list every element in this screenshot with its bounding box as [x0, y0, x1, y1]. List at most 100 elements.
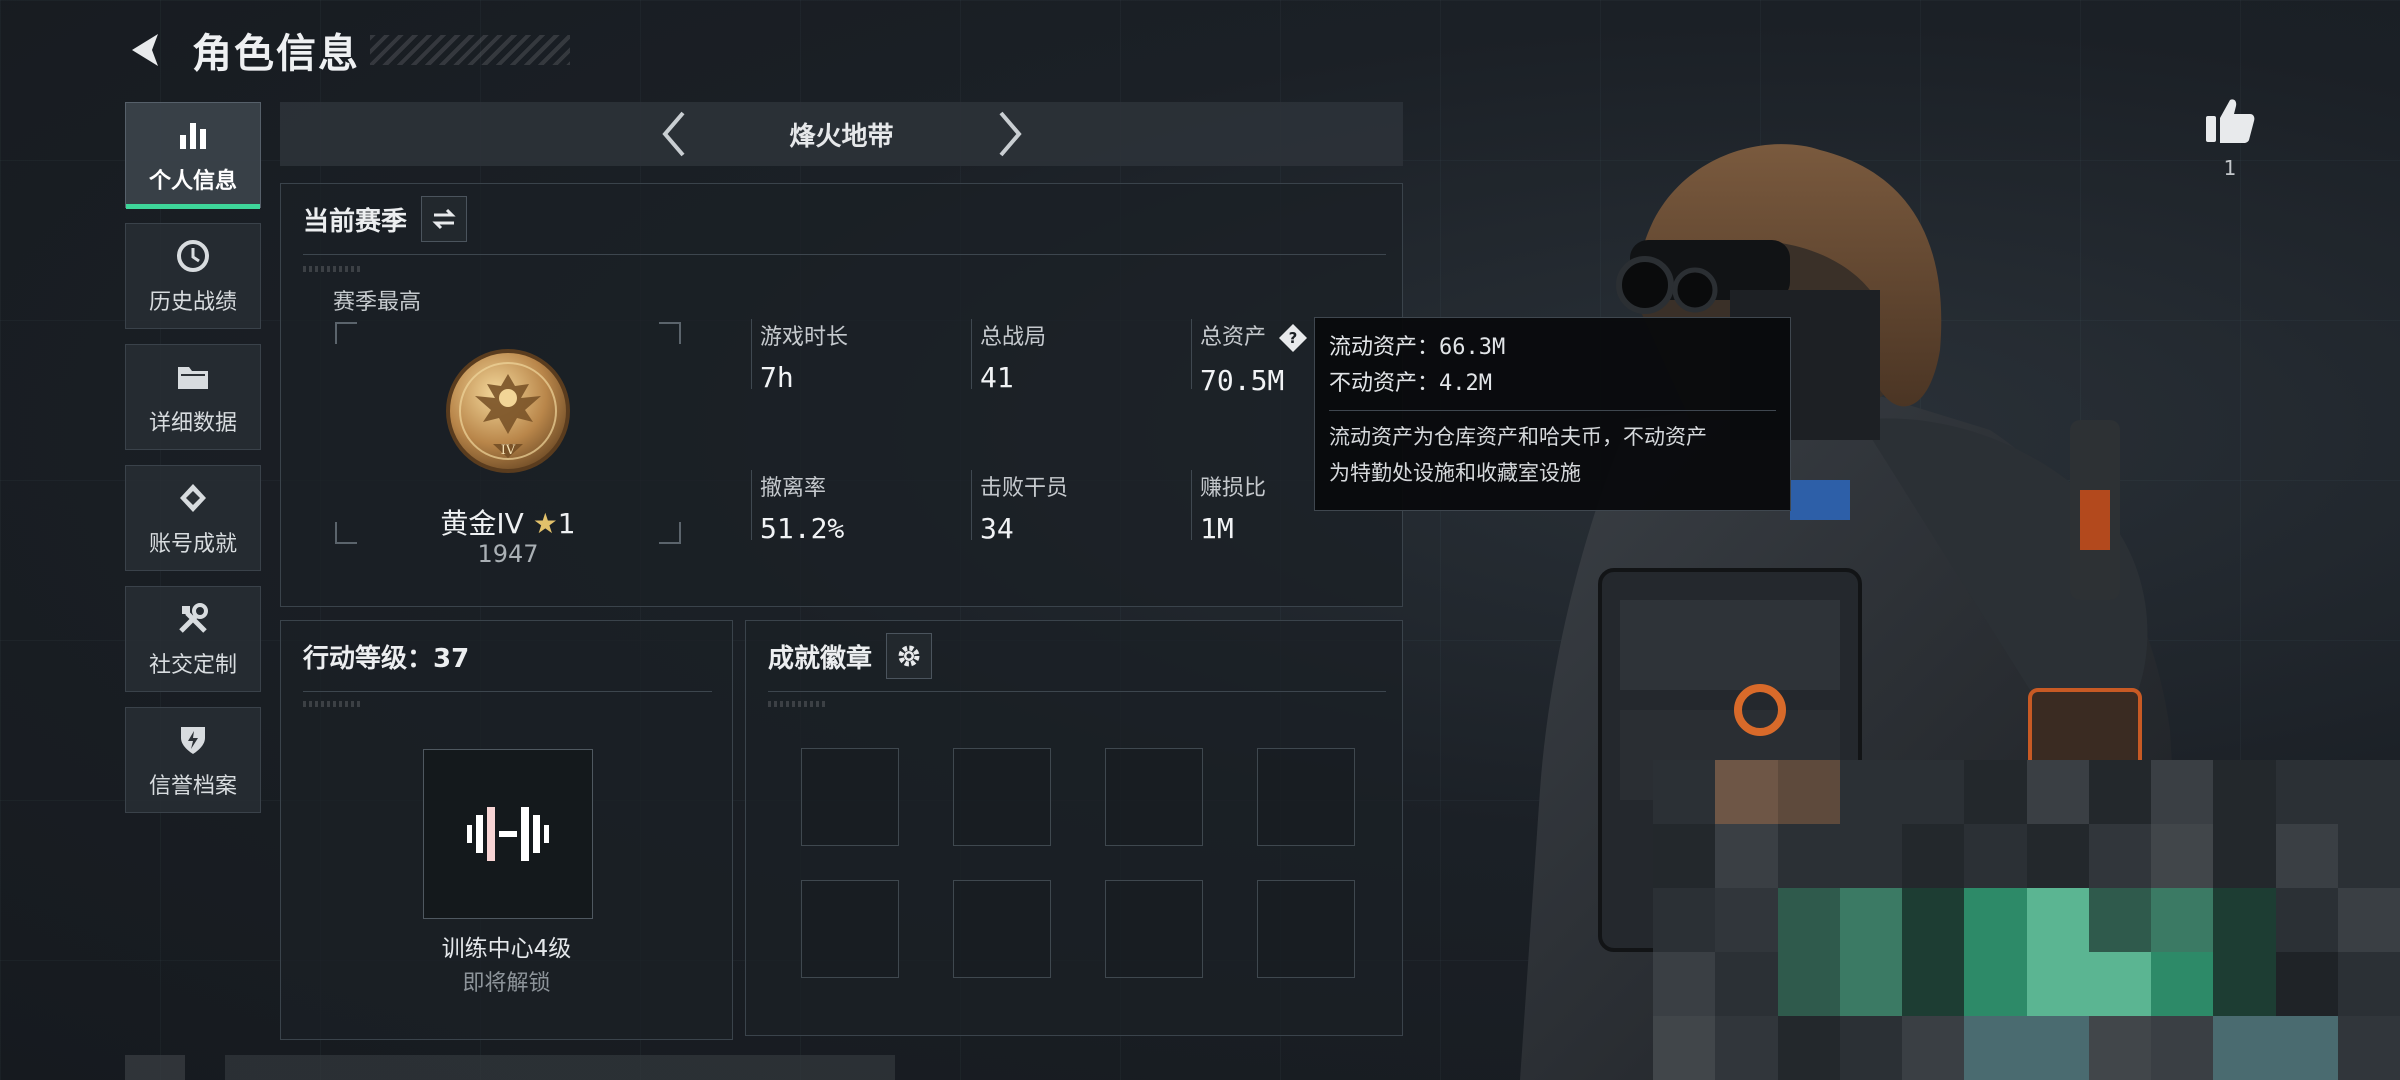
- stat-extract-rate: 撤离率 51.2%: [751, 470, 844, 545]
- stat-total-matches: 总战局 41: [971, 319, 1047, 394]
- badge-slot[interactable]: [1257, 748, 1355, 846]
- stat-value: 41: [980, 361, 1014, 394]
- sidebar-item-label: 信誉档案: [148, 774, 237, 799]
- mosaic-tile: [2213, 760, 2276, 824]
- rank-name: 黄金IV: [440, 507, 524, 540]
- badge-slot[interactable]: [801, 748, 899, 846]
- decoration: [303, 701, 363, 707]
- badge-slot[interactable]: [1257, 880, 1355, 978]
- sidebar-item-social[interactable]: 社交定制: [125, 586, 261, 692]
- badge-slot[interactable]: [953, 748, 1051, 846]
- mosaic-tile: [1902, 1016, 1965, 1080]
- mosaic-tile: [1653, 952, 1716, 1016]
- achievement-icon: [173, 478, 213, 518]
- gold-rank-medal-icon: IV: [446, 349, 570, 473]
- tooltip-liquid-assets: 流动资产：66.3M: [1329, 330, 1776, 366]
- mosaic-tile: [2088, 824, 2151, 888]
- mosaic-tile: [2213, 952, 2276, 1016]
- assets-tooltip: 流动资产：66.3M 不动资产：4.2M 流动资产为仓库资产和哈夫币，不动资产 …: [1314, 317, 1791, 511]
- action-level-title: 行动等级：37: [303, 643, 470, 674]
- mosaic-tile: [1715, 760, 1778, 824]
- mosaic-tile: [1653, 760, 1716, 824]
- mode-next-button[interactable]: [982, 106, 1038, 162]
- like-button[interactable]: 1: [2200, 96, 2260, 180]
- tooltip-description-line: 为特勤处设施和收藏室设施: [1329, 461, 1581, 485]
- star-icon: ★: [532, 507, 558, 540]
- mosaic-tile: [1839, 888, 1902, 952]
- help-icon[interactable]: ?: [1277, 322, 1309, 354]
- mosaic-tile: [2337, 952, 2400, 1016]
- sidebar-item-achievements[interactable]: 账号成就: [125, 465, 261, 571]
- mosaic-tile: [2088, 888, 2151, 952]
- mosaic-tile: [1653, 888, 1716, 952]
- mosaic-tile: [2026, 1016, 2089, 1080]
- divider: [303, 691, 712, 692]
- mosaic-tile: [1902, 952, 1965, 1016]
- sidebar-item-credit[interactable]: 信誉档案: [125, 707, 261, 813]
- history-icon: [173, 236, 213, 276]
- rank-score: 1947: [477, 540, 539, 568]
- sidebar: 个人信息 历史战绩 详细数据 账号成就 社交定制 信誉档案: [125, 102, 261, 828]
- badge-slot[interactable]: [1105, 748, 1203, 846]
- sidebar-item-label: 账号成就: [148, 532, 237, 557]
- mode-switcher: 烽火地带: [280, 102, 1403, 166]
- sidebar-item-label: 详细数据: [148, 411, 237, 436]
- sidebar-item-label: 个人信息: [148, 169, 237, 194]
- stat-label: 击败干员: [980, 476, 1069, 501]
- switch-season-button[interactable]: [421, 196, 468, 242]
- bar-chart-icon: [173, 115, 213, 155]
- mosaic-tile: [1964, 888, 2027, 952]
- back-button[interactable]: [120, 24, 172, 76]
- mosaic-tile: [1964, 824, 2027, 888]
- divider: [303, 254, 1386, 255]
- rank-stars: 1: [557, 507, 576, 540]
- blurred-footer: [125, 1055, 895, 1080]
- decoration: [768, 701, 828, 707]
- mosaic-tile: [1777, 888, 1840, 952]
- tooltip-label: 流动资产：: [1329, 335, 1440, 360]
- mosaic-tile: [1839, 824, 1902, 888]
- mosaic-tile: [1839, 760, 1902, 824]
- mosaic-tile: [2337, 824, 2400, 888]
- unlock-hint: 即将解锁: [462, 971, 551, 996]
- mosaic-tile: [2151, 1016, 2214, 1080]
- achievements-settings-button[interactable]: [886, 633, 933, 679]
- training-center-card[interactable]: [423, 749, 593, 919]
- mosaic-tile: [1653, 1016, 1716, 1080]
- dumbbell-icon: [467, 807, 549, 861]
- mosaic-overlay: [1653, 760, 2400, 1080]
- stat-play-time: 游戏时长 7h: [751, 319, 848, 394]
- mosaic-tile: [1653, 824, 1716, 888]
- mosaic-tile: [1777, 952, 1840, 1016]
- mosaic-tile: [2151, 760, 2214, 824]
- mosaic-tile: [2026, 824, 2089, 888]
- tooltip-value: 66.3M: [1439, 335, 1506, 360]
- page-title: 角色信息: [192, 31, 360, 77]
- badge-slot[interactable]: [801, 880, 899, 978]
- mosaic-tile: [2337, 888, 2400, 952]
- stat-value: 1M: [1200, 512, 1234, 545]
- mosaic-tile: [1777, 760, 1840, 824]
- action-level-panel: 行动等级：37 训练中心4级 即将解锁: [280, 620, 733, 1040]
- sidebar-item-history[interactable]: 历史战绩: [125, 223, 261, 329]
- mosaic-tile: [1902, 824, 1965, 888]
- mosaic-tile: [1839, 1016, 1902, 1080]
- mode-prev-button[interactable]: [646, 106, 702, 162]
- sidebar-item-personal-info[interactable]: 个人信息: [125, 102, 261, 209]
- stat-label: 总战局: [980, 325, 1047, 350]
- mosaic-tile: [1777, 824, 1840, 888]
- mosaic-tile: [1964, 760, 2027, 824]
- badge-slot[interactable]: [953, 880, 1051, 978]
- sidebar-item-details[interactable]: 详细数据: [125, 344, 261, 450]
- achievements-panel: 成就徽章: [745, 620, 1403, 1036]
- mosaic-tile: [1777, 1016, 1840, 1080]
- training-center-label: 训练中心4级: [441, 936, 572, 962]
- mosaic-tile: [2088, 760, 2151, 824]
- mosaic-tile: [2275, 952, 2338, 1016]
- season-panel-header: 当前赛季: [281, 184, 1402, 254]
- badge-slot[interactable]: [1105, 880, 1203, 978]
- mode-name: 烽火地带: [789, 121, 894, 152]
- title-decoration: [370, 35, 570, 65]
- stat-label: 撤离率: [760, 476, 827, 501]
- stat-label-text: 总资产: [1200, 325, 1267, 350]
